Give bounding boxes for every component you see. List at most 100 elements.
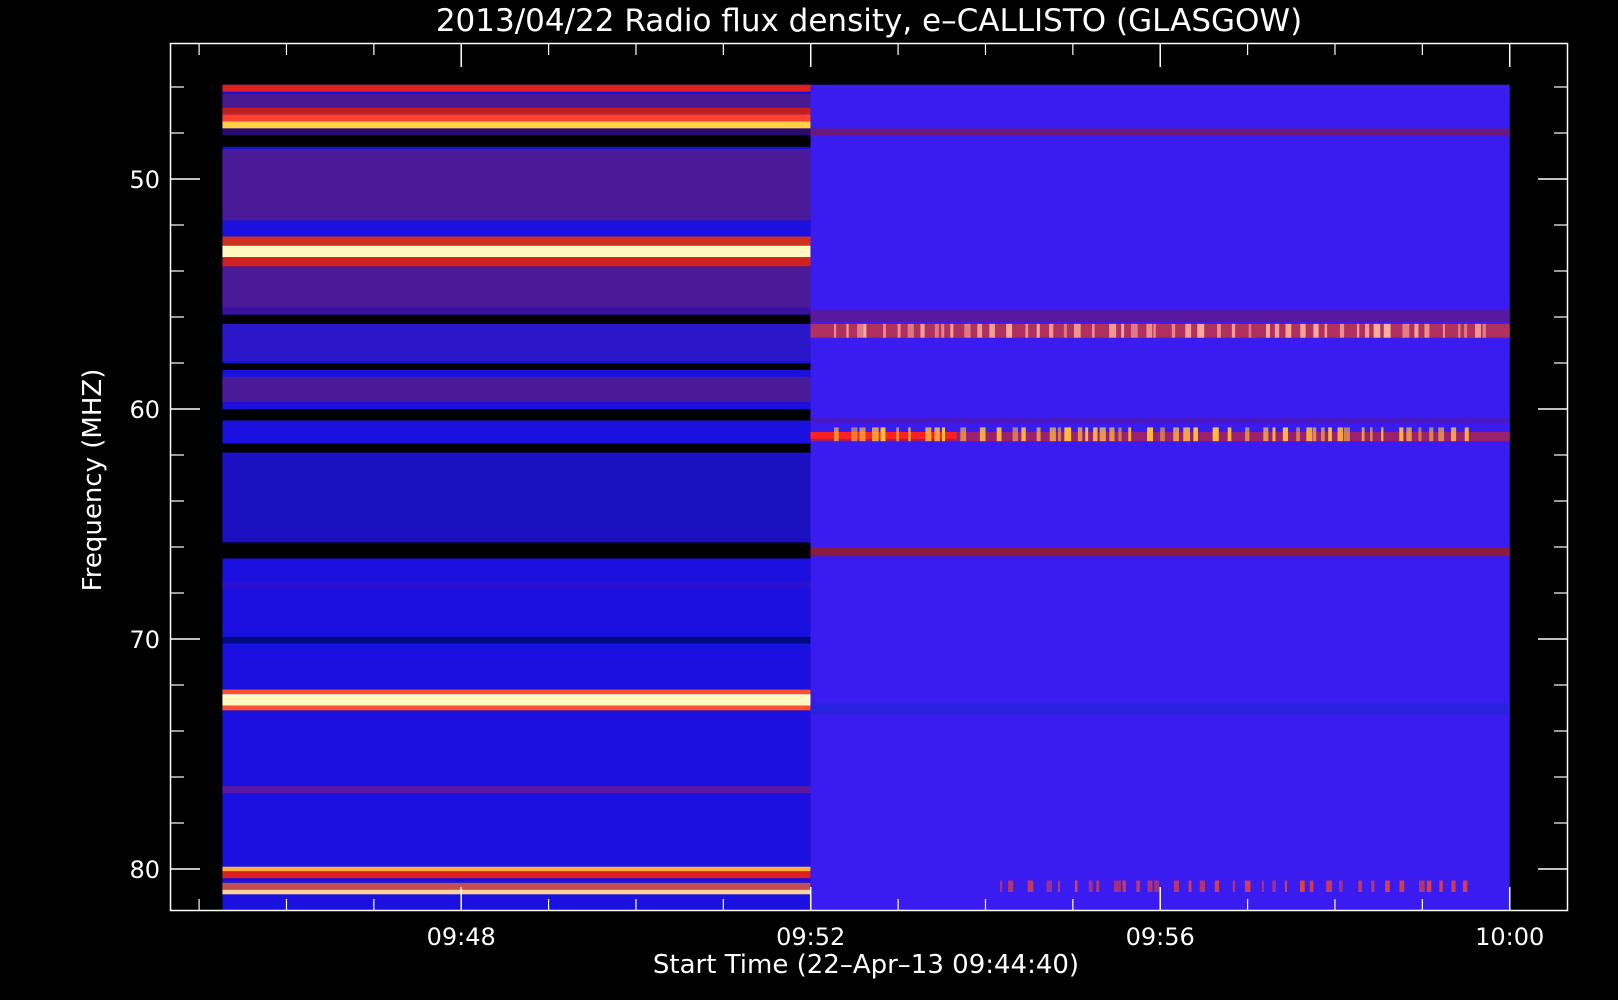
- burst-mark: [1063, 323, 1067, 338]
- burst-mark: [1245, 427, 1250, 442]
- burst-mark: [1381, 427, 1384, 442]
- burst-mark: [1193, 427, 1198, 442]
- burst-mark: [1096, 880, 1100, 892]
- burst-mark: [1046, 880, 1053, 892]
- burst-mark: [1231, 323, 1236, 338]
- burst-mark: [871, 427, 879, 442]
- burst-mark: [1088, 880, 1093, 892]
- heatmap-band: [222, 149, 811, 221]
- heatmap-band: [222, 236, 811, 246]
- burst-mark: [908, 427, 911, 442]
- burst-mark: [1025, 323, 1029, 338]
- burst-mark: [1399, 880, 1405, 892]
- burst-mark: [883, 323, 886, 338]
- burst-mark: [1402, 323, 1410, 338]
- burst-mark: [1057, 880, 1061, 892]
- burst-mark: [1093, 427, 1098, 442]
- y-axis-label: Frequency (MHZ): [78, 369, 108, 592]
- y-tick-label: 60: [129, 396, 160, 424]
- burst-mark: [1464, 323, 1468, 338]
- burst-mark: [1244, 880, 1251, 892]
- burst-mark: [1361, 427, 1365, 442]
- burst-mark: [1146, 323, 1153, 338]
- burst-mark: [1438, 427, 1445, 442]
- burst-mark: [1012, 427, 1018, 442]
- burst-mark: [1036, 323, 1040, 338]
- burst-mark: [907, 323, 914, 338]
- burst-mark: [1475, 323, 1481, 338]
- burst-mark: [934, 427, 940, 442]
- burst-mark: [1451, 427, 1457, 442]
- heatmap-band: [222, 121, 811, 129]
- heatmap-band: [222, 705, 811, 711]
- burst-mark: [1306, 427, 1313, 442]
- heatmap-band: [810, 128, 1510, 136]
- burst-mark: [1326, 880, 1333, 892]
- heatmap-band: [222, 889, 811, 895]
- heatmap-band: [222, 786, 811, 794]
- burst-mark: [1212, 427, 1219, 442]
- burst-mark: [1373, 323, 1381, 338]
- burst-mark: [1121, 323, 1125, 338]
- burst-mark: [1328, 427, 1332, 442]
- burst-mark: [1077, 427, 1083, 442]
- burst-mark: [920, 323, 925, 338]
- burst-mark: [960, 427, 967, 442]
- burst-mark: [1300, 880, 1305, 892]
- burst-mark: [1214, 880, 1220, 892]
- burst-mark: [1021, 427, 1026, 442]
- burst-mark: [925, 427, 932, 442]
- heatmap-band: [222, 257, 811, 267]
- burst-mark: [851, 427, 858, 442]
- burst-mark: [1136, 880, 1140, 892]
- burst-mark: [1114, 880, 1121, 892]
- heatmap-band: [222, 882, 811, 890]
- burst-mark: [1418, 427, 1422, 442]
- y-tick-label: 70: [129, 626, 160, 654]
- burst-mark: [1312, 427, 1317, 442]
- heatmap-band: [222, 245, 811, 258]
- heatmap-band: [222, 455, 811, 543]
- burst-mark: [1173, 880, 1180, 892]
- burst-mark: [1122, 880, 1126, 892]
- burst-mark: [977, 323, 983, 338]
- burst-mark: [1036, 427, 1041, 442]
- burst-mark: [1185, 323, 1192, 338]
- burst-mark: [1274, 323, 1280, 338]
- burst-mark: [1154, 880, 1159, 892]
- burst-mark: [1284, 880, 1287, 892]
- heatmap-band: [810, 547, 1510, 557]
- burst-mark: [1109, 427, 1115, 442]
- heatmap-band: [222, 307, 811, 315]
- spectrogram-chart: 2013/04/22 Radio flux density, e–CALLIST…: [0, 0, 1618, 1000]
- heatmap-band: [810, 310, 1510, 322]
- heatmap-band: [222, 323, 811, 361]
- burst-mark: [859, 427, 866, 442]
- burst-mark: [1300, 323, 1306, 338]
- y-tick-label: 80: [129, 856, 160, 884]
- burst-mark: [1006, 323, 1013, 338]
- burst-mark: [1064, 427, 1072, 442]
- burst-mark: [1343, 427, 1350, 442]
- burst-mark: [1464, 427, 1469, 442]
- burst-mark: [1073, 323, 1081, 338]
- burst-mark: [1128, 427, 1132, 442]
- heatmap-band: [810, 418, 1510, 423]
- heatmap-band: [222, 363, 811, 370]
- burst-mark: [1296, 427, 1301, 442]
- heatmap-band: [222, 107, 811, 115]
- heatmap-band: [222, 128, 811, 136]
- burst-mark: [1183, 427, 1191, 442]
- burst-mark: [1439, 880, 1443, 892]
- heatmap-band: [222, 689, 811, 695]
- heatmap-band: [222, 93, 811, 108]
- burst-mark: [1282, 427, 1289, 442]
- burst-mark: [1000, 880, 1003, 892]
- burst-mark: [1451, 880, 1456, 892]
- burst-mark: [1406, 427, 1412, 442]
- burst-mark: [1217, 323, 1221, 338]
- burst-mark: [1272, 427, 1276, 442]
- heatmap-band: [222, 542, 811, 559]
- burst-mark: [1272, 880, 1276, 892]
- heatmap-band: [222, 114, 811, 122]
